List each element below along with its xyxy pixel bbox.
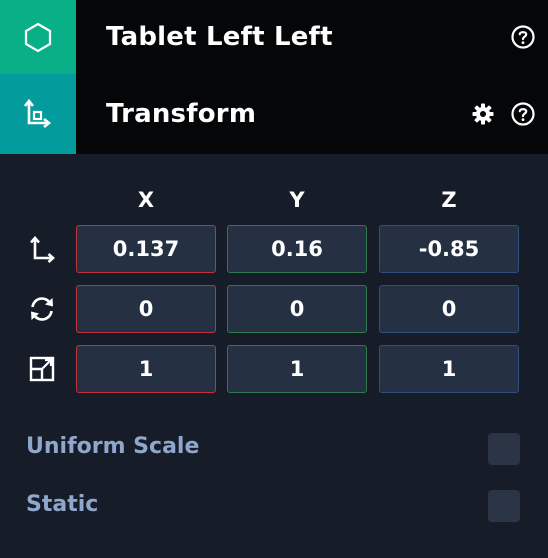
scale-x-field[interactable]: 1 xyxy=(76,345,216,393)
axis-label-y: Y xyxy=(289,188,305,212)
rotation-z-field[interactable]: 0 xyxy=(379,285,519,333)
axis-label-z: Z xyxy=(441,188,457,212)
settings-gear-icon[interactable] xyxy=(470,101,496,127)
axis-label-x: X xyxy=(137,188,155,212)
position-x-field[interactable]: 0.137 xyxy=(76,225,216,273)
static-checkbox[interactable] xyxy=(488,490,520,522)
transform-axes-icon xyxy=(23,98,52,129)
rotation-icon xyxy=(26,293,58,325)
static-label: Static xyxy=(26,492,99,517)
scale-icon xyxy=(26,353,58,385)
entity-help-icon[interactable] xyxy=(510,24,536,50)
scale-z-field[interactable]: 1 xyxy=(379,345,519,393)
rotation-y-field[interactable]: 0 xyxy=(227,285,367,333)
hexagon-icon xyxy=(24,22,52,53)
uniform-scale-label: Uniform Scale xyxy=(26,434,200,459)
entity-title: Tablet Left Left xyxy=(106,22,333,52)
transform-header: Transform xyxy=(0,74,548,154)
position-axes-icon xyxy=(26,233,58,265)
rotation-x-field[interactable]: 0 xyxy=(76,285,216,333)
transform-help-icon[interactable] xyxy=(510,101,536,127)
scale-y-field[interactable]: 1 xyxy=(227,345,367,393)
transform-panel: X Y Z 0.137 0.16 -0.85 0 0 0 1 1 1 Unifo… xyxy=(0,154,548,558)
uniform-scale-checkbox[interactable] xyxy=(488,433,520,465)
transform-tile xyxy=(0,74,76,154)
entity-header: Tablet Left Left xyxy=(0,0,548,74)
entity-tile xyxy=(0,0,76,74)
position-y-field[interactable]: 0.16 xyxy=(227,225,367,273)
position-z-field[interactable]: -0.85 xyxy=(379,225,519,273)
transform-title: Transform xyxy=(106,99,257,129)
